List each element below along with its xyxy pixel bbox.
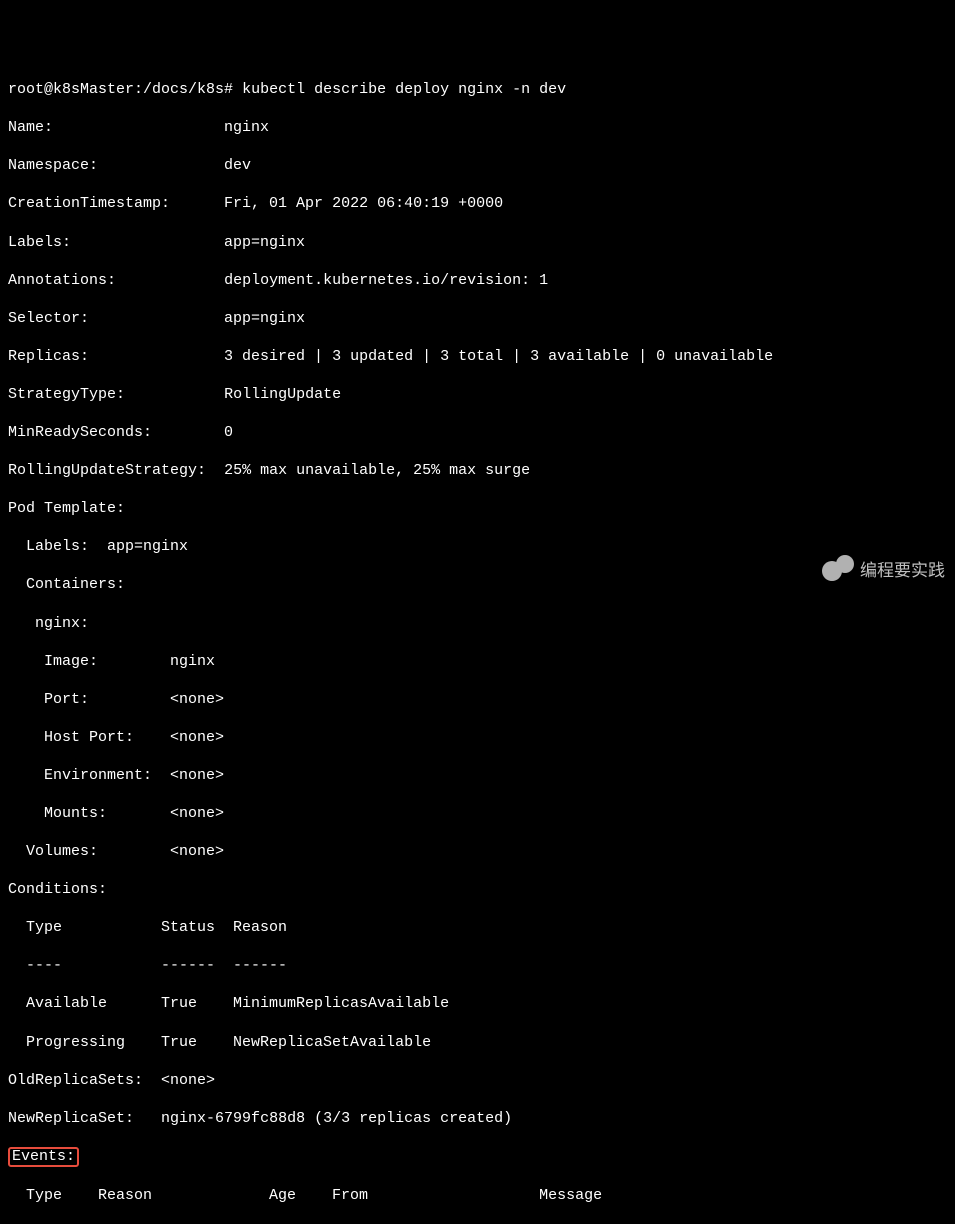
- field-min-ready-seconds: MinReadySeconds: 0: [8, 423, 947, 442]
- field-name: Name: nginx: [8, 118, 947, 137]
- watermark-text: 编程要实践: [860, 560, 945, 582]
- condition-available: Available True MinimumReplicasAvailable: [8, 994, 947, 1013]
- prompt-line: root@k8sMaster:/docs/k8s# kubectl descri…: [8, 80, 947, 99]
- conditions-divider: ---- ------ ------: [8, 956, 947, 975]
- field-strategy-type: StrategyType: RollingUpdate: [8, 385, 947, 404]
- pod-template-labels: Labels: app=nginx: [8, 537, 947, 556]
- pod-template-image: Image: nginx: [8, 652, 947, 671]
- field-creation-timestamp: CreationTimestamp: Fri, 01 Apr 2022 06:4…: [8, 194, 947, 213]
- watermark: 编程要实践: [822, 555, 945, 587]
- pod-template-containers: Containers:: [8, 575, 947, 594]
- events-highlight-box: Events:: [8, 1147, 79, 1168]
- pod-template-volumes: Volumes: <none>: [8, 842, 947, 861]
- field-replicas: Replicas: 3 desired | 3 updated | 3 tota…: [8, 347, 947, 366]
- pod-template-container-name: nginx:: [8, 614, 947, 633]
- field-selector: Selector: app=nginx: [8, 309, 947, 328]
- prompt: root@k8sMaster:/docs/k8s#: [8, 81, 233, 98]
- command-text: kubectl describe deploy nginx -n dev: [242, 81, 566, 98]
- field-new-replica-set: NewReplicaSet: nginx-6799fc88d8 (3/3 rep…: [8, 1109, 947, 1128]
- wechat-icon: [822, 555, 854, 587]
- field-old-replica-sets: OldReplicaSets: <none>: [8, 1071, 947, 1090]
- events-header: Events:: [8, 1147, 947, 1168]
- condition-progressing: Progressing True NewReplicaSetAvailable: [8, 1033, 947, 1052]
- pod-template-port: Port: <none>: [8, 690, 947, 709]
- field-namespace: Namespace: dev: [8, 156, 947, 175]
- pod-template-host-port: Host Port: <none>: [8, 728, 947, 747]
- field-annotations: Annotations: deployment.kubernetes.io/re…: [8, 271, 947, 290]
- field-rolling-update-strategy: RollingUpdateStrategy: 25% max unavailab…: [8, 461, 947, 480]
- pod-template-environment: Environment: <none>: [8, 766, 947, 785]
- pod-template-mounts: Mounts: <none>: [8, 804, 947, 823]
- field-labels: Labels: app=nginx: [8, 233, 947, 252]
- pod-template-header: Pod Template:: [8, 499, 947, 518]
- conditions-columns: Type Status Reason: [8, 918, 947, 937]
- events-columns: Type Reason Age From Message: [8, 1186, 947, 1205]
- conditions-header: Conditions:: [8, 880, 947, 899]
